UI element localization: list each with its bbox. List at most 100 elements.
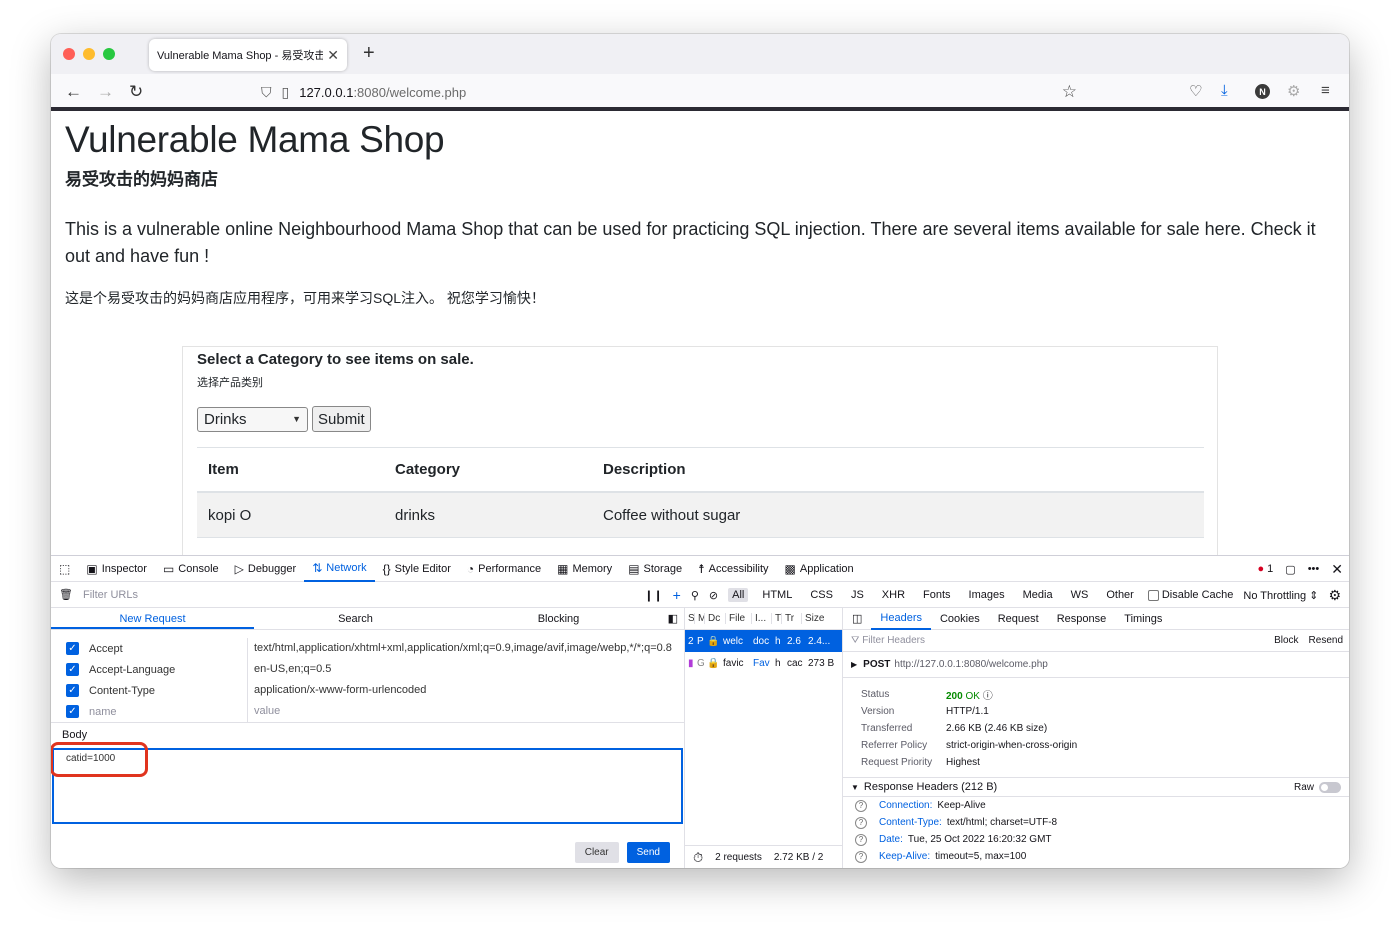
header-value[interactable]: en-US,en;q=0.5 bbox=[247, 659, 684, 680]
header-name[interactable]: Accept-Language bbox=[79, 664, 247, 676]
help-icon[interactable]: ? bbox=[855, 816, 867, 829]
block-icon[interactable]: ⊘ bbox=[709, 589, 718, 602]
url-bar[interactable]: ⛉ ▯ 127.0.0.1:8080/welcome.php ☆ bbox=[261, 78, 1077, 106]
sidebar-collapse-icon[interactable]: ◫ bbox=[843, 609, 871, 629]
tab-performance[interactable]: ◔ Performance bbox=[459, 556, 549, 582]
submit-button[interactable]: Submit bbox=[312, 406, 371, 432]
clear-button[interactable]: Clear bbox=[574, 842, 619, 863]
header-checkbox[interactable]: ✓ bbox=[66, 705, 79, 718]
tab-inspector[interactable]: ▣ Inspector bbox=[78, 556, 155, 582]
menu-icon[interactable]: ≡ bbox=[1321, 82, 1330, 99]
filter-html[interactable]: HTML bbox=[758, 588, 796, 602]
table-row[interactable]: ▮ G 🔒 favic Fav h cac 273 B bbox=[685, 652, 842, 674]
resend-button[interactable]: Resend bbox=[1309, 635, 1343, 646]
browser-tab[interactable]: Vulnerable Mama Shop - 易受攻击的妈妈 ✕ bbox=[149, 39, 347, 71]
tab-timings[interactable]: Timings bbox=[1115, 609, 1171, 629]
pocket-icon[interactable]: ♡ bbox=[1189, 82, 1202, 100]
block-button[interactable]: Block bbox=[1274, 635, 1298, 646]
trash-icon[interactable]: 🗑 bbox=[59, 588, 73, 601]
sidebar-toggle-icon[interactable]: ◧ bbox=[668, 612, 678, 625]
filter-css[interactable]: CSS bbox=[806, 588, 837, 602]
pause-icon[interactable]: ❙❙ bbox=[644, 589, 662, 602]
tab-response[interactable]: Response bbox=[1048, 609, 1116, 629]
filter-fonts[interactable]: Fonts bbox=[919, 588, 955, 602]
col-size[interactable]: Size bbox=[802, 613, 834, 624]
error-badge[interactable]: ● 1 bbox=[1257, 563, 1273, 575]
help-icon[interactable]: ? bbox=[855, 799, 867, 812]
account-avatar[interactable]: N bbox=[1255, 84, 1270, 99]
disable-cache-checkbox[interactable]: Disable Cache bbox=[1147, 589, 1233, 601]
filter-images[interactable]: Images bbox=[965, 588, 1009, 602]
download-icon[interactable]: ⤓ bbox=[1221, 82, 1228, 99]
forward-icon[interactable]: → bbox=[97, 82, 114, 102]
send-button[interactable]: Send bbox=[626, 842, 670, 863]
new-tab-icon[interactable]: + bbox=[363, 42, 375, 65]
filter-js[interactable]: JS bbox=[847, 588, 868, 602]
col-domain[interactable]: Dc bbox=[705, 613, 726, 624]
col-method[interactable]: M bbox=[695, 613, 705, 624]
col-transferred[interactable]: Tr bbox=[782, 613, 802, 624]
header-checkbox[interactable]: ✓ bbox=[66, 663, 79, 676]
tab-storage[interactable]: ▤ Storage bbox=[620, 556, 690, 582]
filter-headers-input[interactable]: Filter Headers bbox=[862, 635, 925, 646]
col-file[interactable]: File bbox=[726, 613, 752, 624]
tab-console[interactable]: ▭ Console bbox=[155, 556, 227, 582]
tab-search[interactable]: Search bbox=[254, 608, 457, 629]
tab-headers[interactable]: Headers bbox=[871, 608, 931, 630]
filter-ws[interactable]: WS bbox=[1067, 588, 1093, 602]
tab-new-request[interactable]: New Request bbox=[51, 608, 254, 629]
help-icon[interactable]: ? bbox=[855, 833, 867, 846]
filter-other[interactable]: Other bbox=[1102, 588, 1138, 602]
back-icon[interactable]: ← bbox=[65, 82, 82, 102]
zoom-window-button[interactable] bbox=[103, 48, 115, 60]
header-value[interactable]: application/x-www-form-urlencoded bbox=[247, 680, 684, 701]
extension-icon[interactable]: ⚙ bbox=[1287, 82, 1300, 100]
tab-style-editor[interactable]: {} Style Editor bbox=[375, 556, 459, 582]
table-row[interactable]: 2 P 🔒 welc doc h 2.6 2.4... bbox=[685, 630, 842, 652]
header-checkbox[interactable]: ✓ bbox=[66, 684, 79, 697]
new-header-value-input[interactable]: value bbox=[247, 701, 684, 722]
help-icon[interactable]: ⓘ bbox=[983, 691, 993, 702]
filter-media[interactable]: Media bbox=[1019, 588, 1057, 602]
dock-icon[interactable]: ▢ bbox=[1285, 563, 1295, 576]
more-options-icon[interactable]: ••• bbox=[1308, 563, 1320, 575]
category-select[interactable]: Drinks ▼ bbox=[197, 406, 308, 432]
header-value[interactable]: text/html,application/xhtml+xml,applicat… bbox=[247, 638, 684, 659]
throttling-select[interactable]: No Throttling ⇕ bbox=[1243, 589, 1318, 602]
new-header-name-input[interactable]: name bbox=[79, 706, 247, 718]
close-window-button[interactable] bbox=[63, 48, 75, 60]
filter-xhr[interactable]: XHR bbox=[878, 588, 909, 602]
expand-icon[interactable]: ▶ bbox=[851, 660, 857, 669]
close-devtools-icon[interactable]: ✕ bbox=[1331, 561, 1343, 578]
minimize-window-button[interactable] bbox=[83, 48, 95, 60]
filter-all[interactable]: All bbox=[728, 588, 749, 602]
request-line[interactable]: ▶ POST http://127.0.0.1:8080/welcome.php bbox=[843, 652, 1349, 678]
search-icon[interactable]: ⚲ bbox=[691, 589, 699, 602]
tab-request[interactable]: Request bbox=[989, 609, 1048, 629]
header-name[interactable]: Accept bbox=[79, 643, 247, 655]
col-status[interactable]: S bbox=[685, 613, 695, 624]
col-type[interactable]: T bbox=[772, 613, 782, 624]
close-tab-icon[interactable]: ✕ bbox=[327, 47, 339, 64]
add-request-icon[interactable]: + bbox=[673, 587, 681, 603]
tab-application[interactable]: ▩ Application bbox=[777, 556, 862, 582]
tab-blocking[interactable]: Blocking bbox=[457, 608, 660, 629]
col-initiator[interactable]: I... bbox=[752, 613, 772, 624]
collapse-icon[interactable]: ▼ bbox=[851, 783, 859, 792]
tab-debugger[interactable]: ▷ Debugger bbox=[227, 556, 305, 582]
help-icon[interactable]: ? bbox=[855, 850, 867, 863]
bookmark-star-icon[interactable]: ☆ bbox=[1062, 82, 1077, 102]
header-name[interactable]: Content-Type bbox=[79, 685, 247, 697]
reload-icon[interactable]: ↻ bbox=[129, 82, 143, 102]
shield-icon[interactable]: ⛉ bbox=[261, 84, 272, 101]
tab-network[interactable]: ⇅ Network bbox=[304, 556, 375, 582]
raw-toggle[interactable]: Raw bbox=[1294, 781, 1341, 793]
tab-cookies[interactable]: Cookies bbox=[931, 609, 989, 629]
pick-element-icon[interactable]: ⬚ bbox=[51, 556, 78, 582]
tab-accessibility[interactable]: ☨ Accessibility bbox=[690, 556, 776, 582]
tab-memory[interactable]: ▦ Memory bbox=[549, 556, 620, 582]
filter-urls-input[interactable]: Filter URLs bbox=[83, 589, 138, 601]
settings-icon[interactable]: ⚙ bbox=[1328, 587, 1341, 604]
header-checkbox[interactable]: ✓ bbox=[66, 642, 79, 655]
response-headers-section[interactable]: ▼ Response Headers (212 B) Raw bbox=[843, 777, 1349, 797]
